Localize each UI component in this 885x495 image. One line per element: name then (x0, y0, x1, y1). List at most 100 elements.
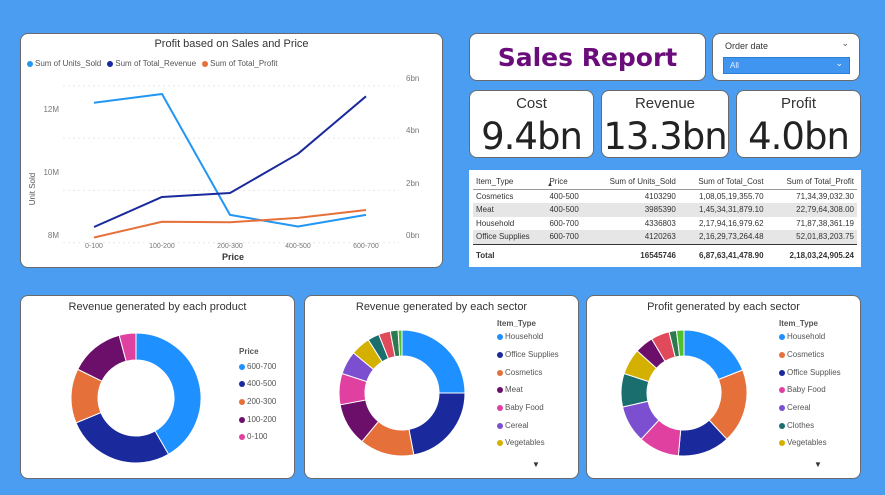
legend-dot-icon (239, 433, 245, 440)
legend-label: 600-700 (247, 362, 277, 371)
cell-total-units: 16545746 (640, 250, 676, 260)
donut-product-chart (70, 332, 202, 464)
legend-dot-icon (779, 386, 785, 393)
donut-revenue-sector-chart (338, 329, 466, 457)
legend-item[interactable]: Cosmetics (779, 350, 824, 359)
legend-dot-icon (497, 333, 503, 340)
legend-item[interactable]: Vegetables (779, 438, 827, 447)
legend-item[interactable]: 0-100 (239, 432, 267, 441)
cell-units-sold: 4103290 (644, 191, 676, 201)
legend-label: Cosmetics (505, 368, 543, 377)
kpi-profit-value: 4.0bn (748, 115, 850, 158)
cell-item-type: Cosmetics (476, 191, 514, 201)
legend-item[interactable]: Clothes (779, 421, 814, 430)
col-header-item-type[interactable]: Item_Type (473, 175, 546, 189)
x-tick-label: 400-500 (285, 243, 311, 250)
x-tick-label: 200-300 (217, 243, 243, 250)
donut-slice[interactable] (683, 329, 744, 381)
x-tick-label: 600-700 (353, 243, 379, 250)
cell-total-price (546, 244, 590, 262)
legend-label: Clothes (787, 421, 815, 430)
table-row[interactable]: Cosmetics 400-500 4103290 1,08,05,19,355… (473, 189, 857, 203)
line-chart-plot: Unit Sold Price 12M 10M 8M 6bn 4bn 2bn 0… (28, 74, 419, 262)
col-header-total-cost[interactable]: Sum of Total_Cost (679, 175, 767, 189)
legend-dot-icon (779, 351, 785, 358)
legend-item[interactable]: 400-500 (239, 379, 276, 388)
legend-scroll-down-icon[interactable]: ▼ (814, 460, 822, 469)
donut-profit-sector-card[interactable]: Profit generated by each sector Item_Typ… (586, 295, 861, 479)
cell-total-label: Total (476, 250, 495, 260)
filter-label: Order date (725, 41, 769, 51)
y-axis-title: Unit Sold (28, 173, 37, 205)
legend-item[interactable]: Cosmetics (497, 368, 542, 377)
summary-table: Item_Type Price Sum of Units_Sold Sum of… (473, 175, 857, 262)
cell-total-cost: 2,17,94,16,979.62 (699, 218, 764, 228)
table-row[interactable]: Household 600-700 4336803 2,17,94,16,979… (473, 217, 857, 231)
donut-slice[interactable] (401, 329, 466, 394)
legend-dot-icon (497, 351, 503, 358)
legend-dot-icon (497, 422, 503, 429)
donut-product-title: Revenue generated by each product (68, 301, 247, 313)
legend-item[interactable]: Vegetables (497, 438, 545, 447)
legend-scroll-down-icon[interactable]: ▼ (532, 460, 540, 469)
series-line[interactable] (93, 95, 367, 228)
legend-item[interactable]: Cereal (779, 403, 811, 412)
table-row[interactable]: Office Supplies 600-700 4120263 2,16,29,… (473, 230, 857, 244)
legend-label: Household (505, 332, 544, 341)
legend-item[interactable]: Baby Food (497, 403, 544, 412)
series-line[interactable] (93, 93, 367, 228)
kpi-cost-card: Cost 9.4bn (469, 90, 594, 158)
donut-slice[interactable] (408, 392, 466, 456)
legend-item[interactable]: Household (497, 332, 543, 341)
cell-item-type: Office Supplies (476, 232, 530, 242)
cell-total-profit: 71,87,38,361.19 (796, 218, 854, 228)
cell-price: 600-700 (549, 232, 579, 242)
kpi-cost-value: 9.4bn (481, 115, 583, 158)
donut-revenue-sector-card[interactable]: Revenue generated by each sector Item_Ty… (304, 295, 579, 479)
donut-product-card[interactable]: Revenue generated by each product Price … (20, 295, 295, 479)
cell-price: 400-500 (549, 191, 579, 201)
left-tick: 10M (43, 168, 59, 177)
legend-item[interactable]: Baby Food (779, 385, 826, 394)
filter-collapse-icon[interactable]: ⌄ (841, 38, 849, 49)
legend-item[interactable]: 100-200 (239, 415, 276, 424)
right-tick: 0bn (406, 231, 419, 240)
cell-total-profit: 52,01,83,203.75 (796, 232, 854, 242)
line-chart-card[interactable]: Profit based on Sales and Price Sum of U… (20, 33, 443, 268)
filter-selected-value: All (730, 61, 739, 70)
legend-dot-icon (497, 404, 503, 411)
donut-product-legend-title: Price (239, 347, 259, 356)
donut-profit-sector-chart (620, 329, 748, 457)
col-header-units-sold[interactable]: Sum of Units_Sold (590, 175, 679, 189)
legend-item[interactable]: Office Supplies (497, 350, 559, 359)
legend-dot-icon (779, 333, 785, 340)
summary-table-card: Item_Type Price Sum of Units_Sold Sum of… (469, 170, 861, 267)
kpi-revenue-value: 13.3bn (603, 115, 727, 158)
legend-item[interactable]: Cereal (497, 421, 529, 430)
cell-units-sold: 4120263 (644, 232, 676, 242)
legend-label: Cereal (505, 421, 529, 430)
legend-dot-icon (497, 386, 503, 393)
col-header-total-profit[interactable]: Sum of Total_Profit (767, 175, 857, 189)
report-title-card: Sales Report (469, 33, 706, 81)
donut-slice[interactable] (75, 411, 170, 464)
legend-item[interactable]: Meat (497, 385, 523, 394)
legend-label: Household (787, 332, 826, 341)
legend-dot-icon (497, 369, 503, 376)
filter-dropdown[interactable]: All ⌄ (723, 57, 850, 74)
cell-total-cost: 1,08,05,19,355.70 (699, 191, 764, 201)
table-row[interactable]: Meat 400-500 3985390 1,45,34,31,879.10 2… (473, 203, 857, 217)
legend-item[interactable]: Office Supplies (779, 368, 841, 377)
cell-units-sold: 4336803 (644, 218, 676, 228)
donut-profit-sector-title: Profit generated by each sector (647, 301, 800, 313)
legend-label: 0-100 (247, 432, 268, 441)
legend-dot-icon (239, 363, 245, 370)
kpi-profit-label: Profit (780, 95, 816, 112)
legend-item[interactable]: 200-300 (239, 397, 276, 406)
col-header-price[interactable]: Price (546, 175, 590, 189)
cell-total-profit: 22,79,64,308.00 (796, 205, 854, 215)
legend-item[interactable]: Household (779, 332, 825, 341)
legend-label: 100-200 (247, 415, 277, 424)
legend-item[interactable]: 600-700 (239, 362, 276, 371)
cell-total-profit: 71,34,39,032.30 (796, 191, 854, 201)
